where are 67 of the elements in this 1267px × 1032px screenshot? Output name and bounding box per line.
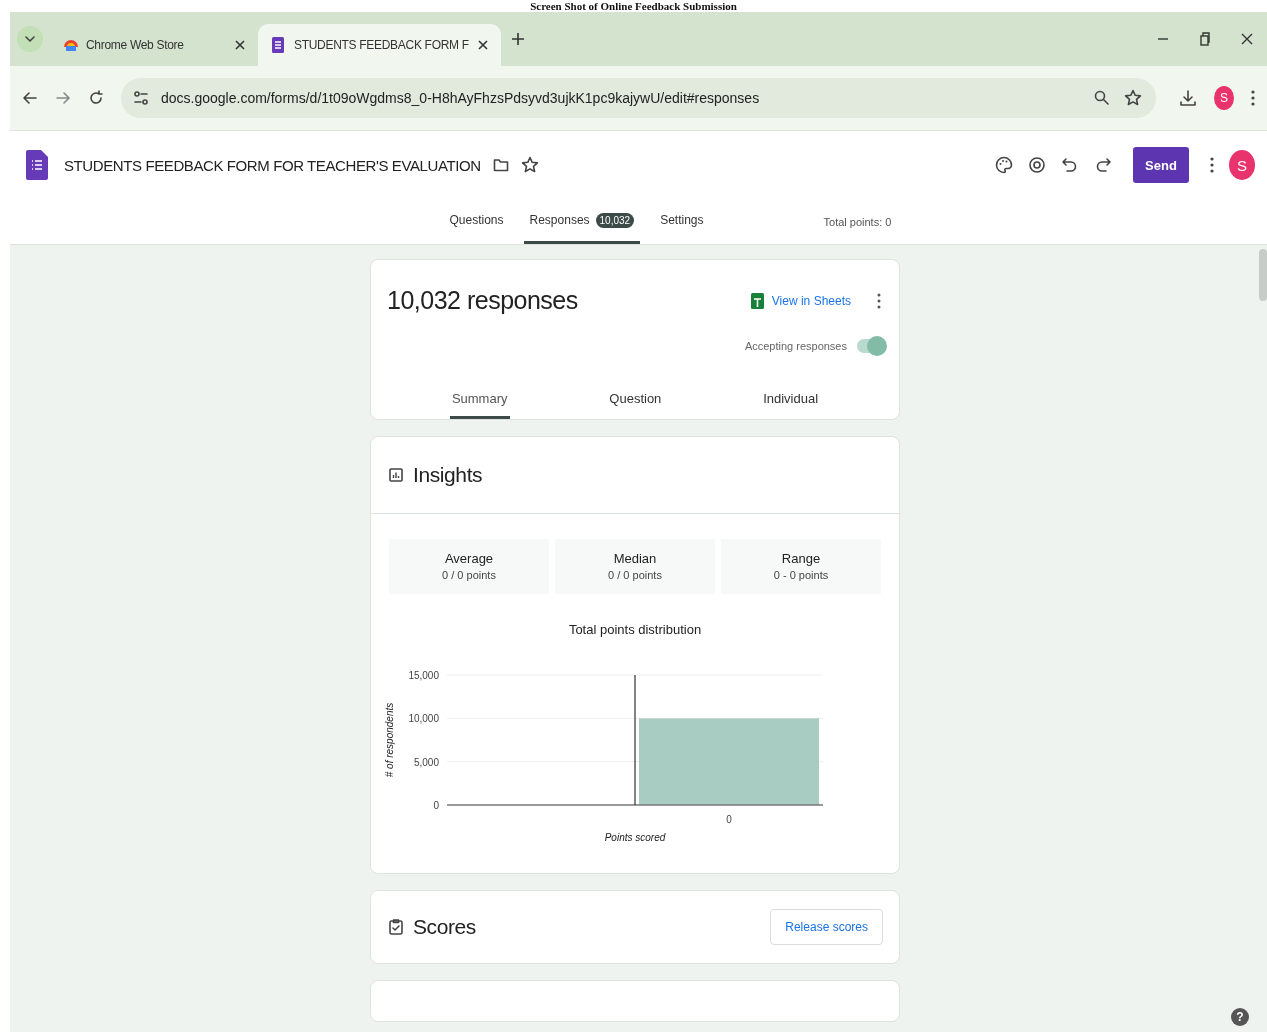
back-icon[interactable] (22, 90, 38, 106)
chart-icon (389, 468, 403, 482)
stat-label: Median (612, 551, 658, 566)
responses-count: 10,032 responses (387, 286, 579, 315)
forms-favicon-icon (270, 37, 286, 53)
account-avatar[interactable]: S (1229, 150, 1255, 180)
axis-tick-label: 0 (433, 800, 439, 811)
release-scores-button[interactable]: Release scores (770, 909, 883, 945)
stat-value: 0 / 0 points (607, 569, 663, 581)
y-axis-title: # of respondents (384, 702, 395, 778)
view-tab[interactable]: Summary (449, 383, 510, 419)
folder-icon[interactable] (492, 158, 509, 172)
browser-tab[interactable]: Chrome Web Store (52, 24, 258, 66)
download-icon[interactable] (1179, 89, 1197, 107)
view-in-sheets-link[interactable]: View in Sheets (750, 292, 851, 309)
restore-icon[interactable] (1199, 32, 1211, 46)
chart-title: Total points distribution (567, 622, 703, 637)
undo-icon[interactable] (1061, 156, 1079, 174)
view-tab[interactable]: Question (607, 383, 664, 419)
close-icon[interactable] (476, 39, 489, 51)
form-tab[interactable]: Settings (654, 199, 710, 244)
palette-icon[interactable] (995, 156, 1013, 174)
response-count-badge: 10,032 (595, 212, 635, 228)
axis-tick-label: 15,000 (408, 670, 439, 681)
preview-icon[interactable] (1028, 156, 1046, 174)
stat-label: Average (443, 551, 495, 566)
total-points: Total points: 0 (823, 215, 893, 228)
stat-value: 0 - 0 points (772, 569, 830, 581)
forward-icon[interactable] (55, 90, 71, 106)
sheets-icon (750, 292, 764, 309)
form-tab[interactable]: Questions (443, 199, 510, 244)
star-icon[interactable] (520, 156, 539, 174)
stat-label: Range (780, 551, 822, 566)
accepting-responses-label: Accepting responses (744, 340, 847, 352)
close-icon[interactable] (234, 39, 246, 51)
x-axis-title: Points scored (604, 832, 666, 843)
tab-search-icon[interactable] (16, 25, 44, 53)
address-field[interactable]: docs.google.com/forms/d/1t09oWgdms8_0-H8hAyFhzsPdsyvd3ujkK1pc9kajywU/edit#responses (121, 78, 1156, 118)
site-settings-icon[interactable] (133, 90, 149, 106)
send-button[interactable]: Send (1133, 147, 1189, 183)
scrollbar-thumb[interactable] (1259, 249, 1267, 301)
section-title: Scores (413, 915, 477, 939)
stat-value: 0 / 0 points (441, 569, 497, 581)
zoom-icon[interactable] (1094, 90, 1110, 106)
more-icon[interactable] (1251, 89, 1255, 107)
tab-title: Chrome Web Store (86, 38, 185, 52)
help-button[interactable]: ? (1231, 1008, 1249, 1026)
close-icon[interactable] (1241, 33, 1253, 45)
browser-tab[interactable]: STUDENTS FEEDBACK FORM F (258, 24, 501, 66)
clipboard-check-icon (389, 919, 403, 935)
more-icon[interactable] (1210, 156, 1214, 174)
axis-tick-label: 10,000 (408, 713, 439, 725)
form-title: STUDENTS FEEDBACK FORM FOR TEACHER'S EVALUATION (64, 156, 481, 174)
view-tab[interactable]: Individual (761, 383, 821, 419)
redo-icon[interactable] (1094, 156, 1112, 174)
reload-icon[interactable] (88, 90, 104, 106)
axis-tick-label: 0 (726, 814, 732, 825)
new-tab-icon[interactable] (510, 32, 525, 46)
more-icon[interactable] (877, 292, 881, 309)
tab-title: STUDENTS FEEDBACK FORM F (294, 38, 469, 52)
bookmark-star-icon[interactable] (1124, 89, 1142, 107)
caption-title: Screen Shot of Online Feedback Submission (529, 0, 738, 12)
section-title: Insights (413, 463, 483, 487)
profile-avatar[interactable]: S (1214, 86, 1234, 110)
forms-logo-icon[interactable] (26, 150, 48, 180)
store-favicon-icon (64, 39, 78, 51)
axis-tick-label: 5,000 (413, 756, 439, 768)
